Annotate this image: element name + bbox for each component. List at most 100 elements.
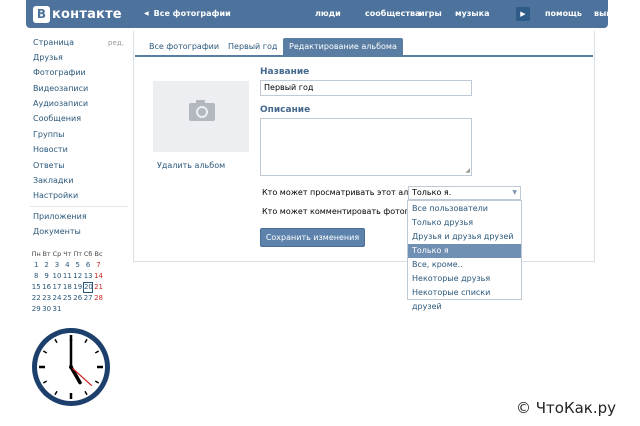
view-permission-select[interactable]: Только я. ▼ <box>408 186 521 200</box>
calendar-day[interactable]: 28 <box>93 293 103 304</box>
tab-all-photos[interactable]: Все фотографии <box>149 38 219 55</box>
description-label: Описание <box>260 105 311 115</box>
dropdown-option-all-users[interactable]: Все пользователи <box>408 202 521 216</box>
calendar-day[interactable]: 18 <box>62 282 72 293</box>
delete-album-link[interactable]: Удалить альбом <box>157 161 225 170</box>
weekday-label: Вс <box>94 250 103 258</box>
weekday-label: Ср <box>52 250 62 258</box>
logo-text: контакте <box>52 7 122 22</box>
calendar-day[interactable]: 4 <box>62 260 72 271</box>
calendar-day[interactable]: 13 <box>83 271 93 282</box>
sidebar-item-friends[interactable]: Друзья <box>33 53 63 62</box>
calendar-week: 8 9 10 11 12 13 14 <box>31 271 104 282</box>
site-watermark: © ЧтоКак.ру <box>516 399 617 417</box>
calendar-day[interactable]: 24 <box>52 293 62 304</box>
calendar-day[interactable]: 9 <box>41 271 51 282</box>
album-description-textarea[interactable]: ◢ <box>260 118 472 176</box>
calendar-day[interactable]: 14 <box>93 271 103 282</box>
weekday-label: Пн <box>31 250 41 258</box>
calendar-day[interactable]: 22 <box>31 293 41 304</box>
calendar-day[interactable]: 16 <box>41 282 51 293</box>
view-permission-value: Только я. <box>412 188 452 197</box>
nav-help[interactable]: помощь <box>545 9 582 18</box>
calendar-day[interactable]: 31 <box>52 304 62 315</box>
sidebar-divider <box>30 206 128 207</box>
calendar-day[interactable]: 7 <box>93 260 103 271</box>
calendar-day[interactable]: 30 <box>41 304 51 315</box>
dropdown-option-some-friends[interactable]: Некоторые друзья <box>408 272 521 286</box>
sidebar-item-news[interactable]: Новости <box>33 145 68 154</box>
analog-clock <box>32 328 110 406</box>
logo-icon: В <box>33 6 50 23</box>
dropdown-option-only-me[interactable]: Только я <box>408 244 521 258</box>
top-header: В контакте ◀ Все фотографии люди сообщес… <box>26 0 622 28</box>
dropdown-option-all-except[interactable]: Все, кроме.. <box>408 258 521 272</box>
sidebar-item-settings[interactable]: Настройки <box>33 191 78 200</box>
sidebar-item-groups[interactable]: Группы <box>33 130 64 139</box>
calendar-day[interactable]: 25 <box>62 293 72 304</box>
sidebar-item-photos[interactable]: Фотографии <box>33 68 86 77</box>
calendar-widget: Пн Вт Ср Чт Пт Сб Вс 1 2 3 4 5 6 7 8 9 1… <box>31 249 104 315</box>
calendar-week: 22 23 24 25 26 27 28 <box>31 293 104 304</box>
calendar-day[interactable]: 6 <box>83 260 93 271</box>
weekday-label: Чт <box>63 250 72 258</box>
save-changes-button[interactable]: Сохранить изменения <box>260 228 365 247</box>
sidebar-item-messages[interactable]: Сообщения <box>33 114 81 123</box>
sidebar-item-bookmarks[interactable]: Закладки <box>33 176 73 185</box>
back-link-label: Все фотографии <box>153 9 231 18</box>
back-arrow-icon: ◀ <box>144 10 149 17</box>
calendar-day-today[interactable]: 20 <box>82 282 94 293</box>
nav-logout[interactable]: выйти <box>594 9 622 18</box>
dropdown-option-friends-only[interactable]: Только друзья <box>408 216 521 230</box>
sidebar-item-documents[interactable]: Документы <box>33 227 81 236</box>
weekday-label: Вт <box>42 250 51 258</box>
calendar-day[interactable]: 10 <box>52 271 62 282</box>
calendar-day[interactable]: 2 <box>41 260 51 271</box>
tab-edit-album[interactable]: Редактирование альбома <box>283 38 403 55</box>
calendar-day[interactable]: 21 <box>93 282 103 293</box>
back-to-all-photos-link[interactable]: ◀ Все фотографии <box>144 9 231 18</box>
calendar-day[interactable]: 11 <box>62 271 72 282</box>
calendar-week: 15 16 17 18 19 20 21 <box>31 282 104 293</box>
sidebar-item-videos[interactable]: Видеозаписи <box>33 84 88 93</box>
calendar-day[interactable]: 23 <box>41 293 51 304</box>
chevron-down-icon: ▼ <box>512 189 517 196</box>
nav-people[interactable]: люди <box>315 9 341 18</box>
permission-dropdown-list: Все пользователи Только друзья Друзья и … <box>407 200 522 311</box>
calendar-day[interactable]: 27 <box>83 293 93 304</box>
sidebar-item-audio[interactable]: Аудиозаписи <box>33 99 88 108</box>
clock-center <box>69 365 73 369</box>
calendar-day[interactable]: 8 <box>31 271 41 282</box>
weekday-label: Сб <box>83 250 93 258</box>
sidebar-item-page[interactable]: Страница <box>33 38 74 47</box>
calendar-day[interactable]: 15 <box>31 282 41 293</box>
tab-underline <box>135 55 593 57</box>
nav-games[interactable]: игры <box>419 9 442 18</box>
edit-sidebar-link[interactable]: ред. <box>108 39 124 47</box>
dropdown-option-some-friend-lists[interactable]: Некоторые списки друзей <box>408 286 521 311</box>
calendar-day[interactable]: 17 <box>52 282 62 293</box>
calendar-week: 1 2 3 4 5 6 7 <box>31 260 104 271</box>
name-label: Название <box>260 67 310 77</box>
calendar-day[interactable]: 26 <box>73 293 83 304</box>
nav-music[interactable]: музыка <box>455 9 489 18</box>
album-cover-placeholder[interactable] <box>153 81 249 152</box>
vk-logo[interactable]: В контакте <box>33 6 122 23</box>
nav-communities[interactable]: сообщества <box>365 9 420 18</box>
tab-first-year[interactable]: Первый год <box>228 38 277 55</box>
calendar-day[interactable]: 29 <box>31 304 41 315</box>
calendar-day[interactable]: 5 <box>73 260 83 271</box>
dropdown-option-friends-of-friends[interactable]: Друзья и друзья друзей <box>408 230 521 244</box>
camera-icon <box>189 100 215 121</box>
calendar-day[interactable]: 12 <box>73 271 83 282</box>
calendar-day[interactable]: 1 <box>31 260 41 271</box>
calendar-day[interactable]: 3 <box>52 260 62 271</box>
album-name-input[interactable]: Первый год <box>260 80 472 96</box>
sidebar-item-answers[interactable]: Ответы <box>33 161 65 170</box>
play-icon[interactable]: ▶ <box>516 7 530 21</box>
calendar-day[interactable]: 19 <box>73 282 83 293</box>
resize-grip-icon[interactable]: ◢ <box>465 168 470 174</box>
sidebar-item-apps[interactable]: Приложения <box>33 212 87 221</box>
calendar-weekday-row: Пн Вт Ср Чт Пт Сб Вс <box>31 249 104 260</box>
weekday-label: Пт <box>73 250 83 258</box>
